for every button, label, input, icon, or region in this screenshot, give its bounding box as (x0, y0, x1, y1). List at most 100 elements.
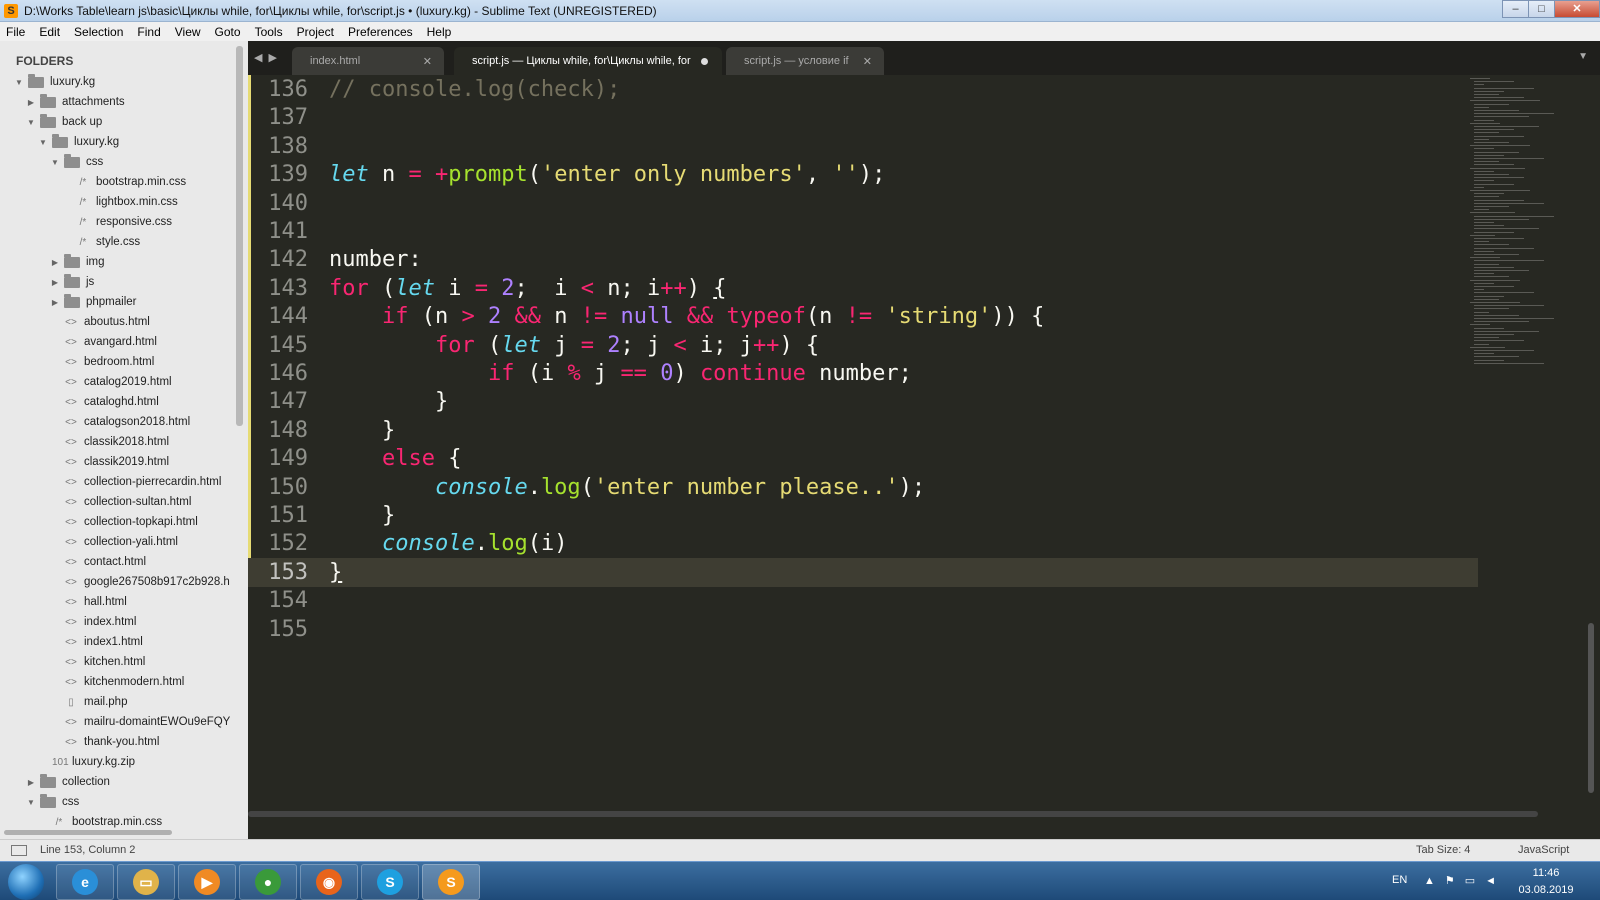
sidebar-horizontal-scrollbar[interactable] (4, 830, 172, 835)
chevron-right-icon[interactable]: ▶ (26, 98, 36, 107)
code-line[interactable]: 148 } (248, 416, 1478, 445)
line-number[interactable]: 147 (248, 389, 308, 414)
code-line[interactable]: 144 if (n > 2 && n != null && typeof(n !… (248, 302, 1478, 331)
file-item[interactable]: <> thank-you.html (0, 732, 248, 752)
code-line[interactable]: 151 } (248, 501, 1478, 530)
folder-item[interactable]: ▶ attachments (0, 92, 248, 112)
file-item[interactable]: <> hall.html (0, 592, 248, 612)
line-number[interactable]: 138 (248, 134, 308, 159)
unsaved-dot-icon[interactable] (701, 57, 708, 65)
folder-item[interactable]: ▼ back up (0, 112, 248, 132)
file-item[interactable]: <> collection-yali.html (0, 532, 248, 552)
menu-edit[interactable]: Edit (32, 25, 67, 39)
menu-view[interactable]: View (168, 25, 208, 39)
line-number[interactable]: 144 (248, 304, 308, 329)
taskbar-app-button[interactable]: ◉ (300, 864, 358, 900)
chevron-down-icon[interactable]: ▼ (14, 78, 24, 87)
code-line[interactable]: 150 console.log('enter number please..')… (248, 473, 1478, 502)
sidebar-scrollbar[interactable] (236, 46, 243, 426)
panel-toggle-icon[interactable] (11, 845, 27, 856)
code-line[interactable]: 149 else { (248, 444, 1478, 473)
menu-help[interactable]: Help (420, 25, 459, 39)
code-line[interactable]: 153} (248, 557, 1478, 587)
chevron-down-icon[interactable]: ▼ (38, 138, 48, 147)
code-line[interactable]: 139 let n = +prompt('enter only numbers',… (248, 160, 1478, 189)
line-number[interactable]: 143 (248, 276, 308, 301)
folder-item[interactable]: ▼ luxury.kg (0, 72, 248, 92)
close-tab-icon[interactable]: ✕ (423, 55, 432, 68)
code-line[interactable]: 136 // console.log(check); (248, 75, 1478, 104)
line-number[interactable]: 152 (248, 531, 308, 556)
menu-file[interactable]: File (0, 25, 32, 39)
menu-preferences[interactable]: Preferences (341, 25, 420, 39)
file-item[interactable]: 101 luxury.kg.zip (0, 752, 248, 772)
tab-size-selector[interactable]: Tab Size: 4 (1416, 844, 1470, 856)
line-number[interactable]: 154 (248, 588, 308, 613)
file-item[interactable]: <> kitchenmodern.html (0, 672, 248, 692)
file-item[interactable]: <> catalog2019.html (0, 372, 248, 392)
folder-item[interactable]: ▼ luxury.kg (0, 132, 248, 152)
menu-selection[interactable]: Selection (67, 25, 130, 39)
line-number[interactable]: 146 (248, 361, 308, 386)
chevron-down-icon[interactable]: ▼ (50, 158, 60, 167)
tab-script-js-if[interactable]: script.js — условие if ✕ (726, 47, 884, 75)
file-item[interactable]: /* lightbox.min.css (0, 192, 248, 212)
file-item[interactable]: <> index.html (0, 612, 248, 632)
clock-time[interactable]: 11:46 (1516, 867, 1576, 879)
file-item[interactable]: <> aboutus.html (0, 312, 248, 332)
file-item[interactable]: <> catalogson2018.html (0, 412, 248, 432)
minimap[interactable] (1470, 75, 1560, 375)
file-item[interactable]: ▯ mail.php (0, 692, 248, 712)
code-line[interactable]: 147 } (248, 387, 1478, 416)
line-number[interactable]: 149 (248, 446, 308, 471)
line-number[interactable]: 139 (248, 162, 308, 187)
menu-tools[interactable]: Tools (248, 25, 290, 39)
taskbar-app-button[interactable]: e (56, 864, 114, 900)
file-item[interactable]: /* bootstrap.min.css (0, 172, 248, 192)
folder-item[interactable]: ▶ js (0, 272, 248, 292)
code-line[interactable]: 152 console.log(i) (248, 529, 1478, 558)
folder-item[interactable]: ▼ css (0, 152, 248, 172)
code-line[interactable]: 142 number: (248, 245, 1478, 274)
code-line[interactable]: 140 (248, 189, 1478, 218)
file-item[interactable]: <> cataloghd.html (0, 392, 248, 412)
file-item[interactable]: <> index1.html (0, 632, 248, 652)
file-item[interactable]: <> classik2018.html (0, 432, 248, 452)
line-number[interactable]: 153 (248, 560, 308, 585)
file-item[interactable]: /* responsive.css (0, 212, 248, 232)
file-item[interactable]: <> collection-topkapi.html (0, 512, 248, 532)
taskbar-app-button[interactable]: S (422, 864, 480, 900)
code-editor[interactable]: 136 // console.log(check); 137 138 139 let n … (248, 75, 1600, 839)
line-number[interactable]: 137 (248, 105, 308, 130)
file-item[interactable]: <> avangard.html (0, 332, 248, 352)
code-line[interactable]: 138 (248, 132, 1478, 161)
chevron-right-icon[interactable]: ▶ (26, 778, 36, 787)
line-number[interactable]: 141 (248, 219, 308, 244)
folder-item[interactable]: ▼ css (0, 792, 248, 812)
code-line[interactable]: 145 for (let j = 2; j < i; j++) { (248, 331, 1478, 360)
code-line[interactable]: 155 (248, 615, 1478, 644)
maximize-button[interactable]: □ (1528, 0, 1555, 18)
language-indicator[interactable]: EN (1392, 874, 1407, 886)
editor-vertical-scrollbar[interactable] (1588, 623, 1594, 793)
file-item[interactable]: /* style.css (0, 232, 248, 252)
file-item[interactable]: /* bootstrap.min.css (0, 812, 248, 832)
taskbar-app-button[interactable]: ▭ (117, 864, 175, 900)
taskbar-app-button[interactable]: S (361, 864, 419, 900)
line-number[interactable]: 142 (248, 247, 308, 272)
file-item[interactable]: <> kitchen.html (0, 652, 248, 672)
line-number[interactable]: 148 (248, 418, 308, 443)
file-item[interactable]: <> google267508b917c2b928.h (0, 572, 248, 592)
code-line[interactable]: 146 if (i % j == 0) continue number; (248, 359, 1478, 388)
editor-horizontal-scrollbar[interactable] (248, 811, 1538, 817)
file-item[interactable]: <> bedroom.html (0, 352, 248, 372)
line-number[interactable]: 150 (248, 475, 308, 500)
line-number[interactable]: 136 (248, 77, 308, 102)
tab-script-js-active[interactable]: script.js — Циклы while, for\Циклы while… (454, 47, 722, 75)
code-line[interactable]: 137 (248, 103, 1478, 132)
tab-index-html[interactable]: index.html ✕ (292, 47, 444, 75)
syntax-selector[interactable]: JavaScript (1518, 844, 1569, 856)
tab-dropdown-icon[interactable]: ▼ (1578, 51, 1588, 62)
line-number[interactable]: 145 (248, 333, 308, 358)
clock-date[interactable]: 03.08.2019 (1516, 884, 1576, 896)
